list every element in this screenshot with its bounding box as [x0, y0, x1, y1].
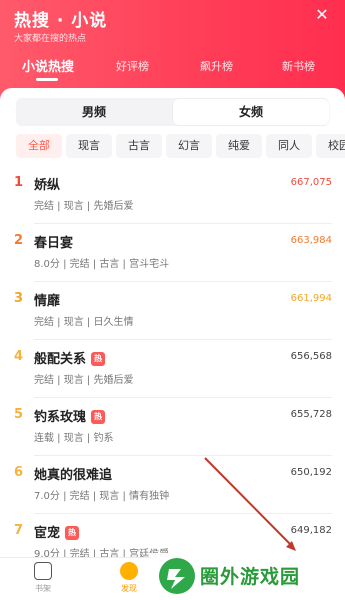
list-item[interactable]: 3 情靡 完结 | 现言 | 日久生情 661,994: [0, 282, 345, 340]
chip-fantasy[interactable]: 幻言: [166, 134, 212, 158]
content-card: 男频 女频 全部 现言 古言 幻言 纯爱 同人 校园 1 娇纵 完结 | 现言 …: [0, 88, 345, 600]
nav-label: 书架: [35, 584, 51, 593]
tab-good-reviews[interactable]: 好评榜: [116, 58, 149, 74]
rank-number: 2: [14, 233, 24, 248]
close-icon[interactable]: ✕: [311, 4, 333, 26]
book-meta: 完结 | 现言 | 日久生情: [34, 317, 134, 328]
book-title: 宦宠热: [34, 522, 80, 541]
bookshelf-icon: [34, 562, 52, 580]
hot-count: 655,728: [290, 409, 332, 420]
hot-badge-icon: 热: [91, 352, 106, 366]
watermark-text: 圈外游戏园: [200, 566, 301, 588]
list-item[interactable]: 6 她真的很难追 7.0分 | 完结 | 现言 | 情有独钟 650,192: [0, 456, 345, 514]
category-chips: 全部 现言 古言 幻言 纯爱 同人 校园: [0, 134, 345, 160]
tab-novel-hot[interactable]: 小说热搜: [22, 56, 74, 75]
hot-count: 650,192: [290, 467, 332, 478]
list-item[interactable]: 1 娇纵 完结 | 现言 | 先婚后爱 667,075: [0, 166, 345, 224]
watermark-logo-icon: [159, 558, 195, 594]
rank-number: 7: [14, 523, 24, 538]
rank-number: 3: [14, 291, 24, 306]
brand-subtitle: 大家都在搜的热点: [14, 34, 87, 44]
book-meta: 完结 | 现言 | 先婚后爱: [34, 201, 134, 212]
list-item[interactable]: 5 钓系玫瑰热 连载 | 现言 | 钓系 655,728: [0, 398, 345, 456]
book-title: 般配关系热: [34, 348, 106, 367]
watermark: 圈外游戏园: [150, 553, 345, 600]
hot-count: 663,984: [290, 235, 332, 246]
hot-count: 667,075: [290, 177, 332, 188]
chip-pure-love[interactable]: 纯爱: [216, 134, 262, 158]
chip-modern[interactable]: 现言: [66, 134, 112, 158]
book-title: 情靡: [34, 294, 61, 309]
chip-all[interactable]: 全部: [16, 134, 62, 158]
nav-discover[interactable]: 发现: [104, 562, 154, 594]
book-meta: 连载 | 现言 | 钓系: [34, 433, 114, 444]
tab-underline: [36, 78, 58, 81]
hot-count: 649,182: [290, 525, 332, 536]
nav-label: 发现: [121, 584, 137, 593]
discover-icon: [120, 562, 138, 580]
book-title: 钓系玫瑰热: [34, 406, 106, 425]
gender-female[interactable]: 女频: [173, 99, 329, 125]
tab-new-books[interactable]: 新书榜: [282, 58, 315, 74]
hot-badge-icon: 热: [65, 526, 80, 540]
book-meta: 8.0分 | 完结 | 古言 | 宫斗宅斗: [34, 259, 170, 270]
top-tabs: 小说热搜 好评榜 飙升榜 新书榜: [0, 58, 345, 82]
chip-fanfic[interactable]: 同人: [266, 134, 312, 158]
rank-number: 4: [14, 349, 24, 364]
tab-rising[interactable]: 飙升榜: [200, 58, 233, 74]
chip-ancient[interactable]: 古言: [116, 134, 162, 158]
nav-bookshelf[interactable]: 书架: [18, 562, 68, 594]
book-title: 她真的很难追: [34, 468, 113, 483]
book-title: 娇纵: [34, 178, 61, 193]
list-item[interactable]: 4 般配关系热 完结 | 现言 | 先婚后爱 656,568: [0, 340, 345, 398]
gender-switch: 男频 女频: [16, 98, 329, 126]
hot-count: 661,994: [290, 293, 332, 304]
gender-male[interactable]: 男频: [16, 98, 172, 126]
header: 热搜 · 小说 大家都在搜的热点 ✕ 小说热搜 好评榜 飙升榜 新书榜: [0, 0, 345, 100]
book-meta: 完结 | 现言 | 先婚后爱: [34, 375, 134, 386]
hot-count: 656,568: [290, 351, 332, 362]
list-item[interactable]: 2 春日宴 8.0分 | 完结 | 古言 | 宫斗宅斗 663,984: [0, 224, 345, 282]
rank-number: 1: [14, 175, 24, 190]
book-meta: 7.0分 | 完结 | 现言 | 情有独钟: [34, 491, 170, 502]
rank-number: 5: [14, 407, 24, 422]
hot-badge-icon: 热: [91, 410, 106, 424]
book-title: 春日宴: [34, 236, 74, 251]
chip-campus[interactable]: 校园: [316, 134, 345, 158]
rank-number: 6: [14, 465, 24, 480]
brand-title: 热搜 · 小说: [14, 11, 108, 31]
